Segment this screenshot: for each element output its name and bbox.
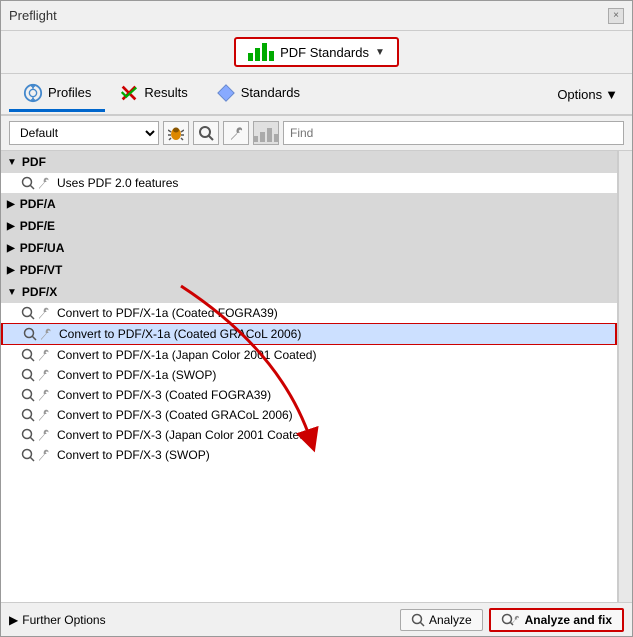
options-arrow: ▼ [605,87,618,102]
tree-group-pdfe[interactable]: ▶ PDF/E [1,215,617,237]
search-icon [21,388,35,402]
list-item[interactable]: Convert to PDF/X-3 (Coated FOGRA39) [1,385,617,405]
list-item-label: Convert to PDF/X-3 (SWOP) [57,448,210,462]
bar-chart-icon [248,43,274,61]
list-item-label: Uses PDF 2.0 features [57,176,178,190]
tree-group-pdfx[interactable]: ▼ PDF/X [1,281,617,303]
further-options-toggle[interactable]: ▶ Further Options [9,613,106,627]
list-item-label: Convert to PDF/X-1a (Coated GRACoL 2006) [59,327,301,341]
close-button[interactable]: × [608,8,624,24]
tab-results[interactable]: Results [105,77,201,112]
pdfvt-group-arrow: ▶ [7,265,15,276]
tabs-container: Profiles Results [9,77,314,112]
tab-results-label: Results [144,85,187,100]
analyze-fix-label: Analyze and fix [525,613,612,627]
analyze-button[interactable]: Analyze [400,609,483,631]
list-item[interactable]: Convert to PDF/X-3 (Japan Color 2001 Coa… [1,425,617,445]
controls-row: Default [1,116,632,151]
pdfe-group-label: PDF/E [20,219,55,233]
wrench-icon [38,388,52,402]
wrench-icon [38,348,52,362]
list-item-label: Convert to PDF/X-3 (Japan Color 2001 Coa… [57,428,310,442]
title-bar: Preflight × [1,1,632,31]
pdfe-group-arrow: ▶ [7,221,15,232]
standards-tab-icon [216,83,236,103]
find-input[interactable] [283,121,624,145]
further-options-arrow: ▶ [9,613,18,627]
options-button[interactable]: Options ▼ [551,83,624,106]
search-icon [21,176,35,190]
tab-profiles-label: Profiles [48,85,91,100]
search-icon-button[interactable] [193,121,219,145]
pdfua-group-arrow: ▶ [7,243,15,254]
bar-chart-icon-button[interactable] [253,121,279,145]
list-item[interactable]: Convert to PDF/X-1a (SWOP) [1,365,617,385]
list-item-label: Convert to PDF/X-1a (SWOP) [57,368,216,382]
pdfx-group-label: PDF/X [22,285,57,299]
list-item[interactable]: Uses PDF 2.0 features [1,173,617,193]
list-item-label: Convert to PDF/X-3 (Coated FOGRA39) [57,388,271,402]
pdfua-group-label: PDF/UA [20,241,65,255]
search-icon [23,327,37,341]
pdf-standards-arrow: ▼ [375,47,385,58]
list-item[interactable]: Convert to PDF/X-1a (Coated FOGRA39) [1,303,617,323]
footer-bar: ▶ Further Options Analyze Analyze and fi… [1,602,632,636]
content-area: ▼ PDF Uses PDF 2.0 features ▶ P [1,151,632,602]
wrench-icon [38,368,52,382]
tab-profiles[interactable]: Profiles [9,77,105,112]
tree-group-pdfua[interactable]: ▶ PDF/UA [1,237,617,259]
pdf-standards-toolbar: PDF Standards ▼ [1,31,632,74]
list-item[interactable]: Convert to PDF/X-1a (Japan Color 2001 Co… [1,345,617,365]
search-icon [21,368,35,382]
pdf-standards-button[interactable]: PDF Standards ▼ [234,37,399,67]
search-icon [21,306,35,320]
search-icon [21,428,35,442]
analyze-search-icon [411,613,425,627]
wrench-icon [38,306,52,320]
further-options-label: Further Options [22,613,105,627]
wrench-icon [38,428,52,442]
pdfvt-group-label: PDF/VT [20,263,63,277]
search-icon [21,348,35,362]
search-icon [21,408,35,422]
tree-group-pdfa[interactable]: ▶ PDF/A [1,193,617,215]
pdf-standards-label: PDF Standards [280,45,369,60]
list-item[interactable]: Convert to PDF/X-3 (SWOP) [1,445,617,465]
scrollbar[interactable] [618,151,632,602]
list-item-label: Convert to PDF/X-1a (Coated FOGRA39) [57,306,278,320]
results-tab-icon [119,83,139,103]
tree-group-pdf[interactable]: ▼ PDF [1,151,617,173]
footer-buttons: Analyze Analyze and fix [400,608,624,632]
wrench-icon [40,327,54,341]
preflight-window: Preflight × PDF Standards ▼ [0,0,633,637]
tabs-row: Profiles Results [1,74,632,116]
pdf-group-arrow: ▼ [7,157,17,168]
analyze-fix-icon [501,613,521,627]
profiles-tab-icon [23,83,43,103]
wrench-icon-button[interactable] [223,121,249,145]
tab-standards[interactable]: Standards [202,77,314,112]
options-label: Options [557,87,602,102]
list-item-selected[interactable]: Convert to PDF/X-1a (Coated GRACoL 2006) [1,323,617,345]
pdfx-group-arrow: ▼ [7,287,17,298]
tree-group-pdfvt[interactable]: ▶ PDF/VT [1,259,617,281]
pdfa-group-label: PDF/A [20,197,56,211]
wrench-icon [38,408,52,422]
bug-icon-button[interactable] [163,121,189,145]
tab-standards-label: Standards [241,85,300,100]
analyze-label: Analyze [429,613,472,627]
wrench-icon [38,448,52,462]
list-item-label: Convert to PDF/X-3 (Coated GRACoL 2006) [57,408,293,422]
pdf-group-label: PDF [22,155,46,169]
tree-panel: ▼ PDF Uses PDF 2.0 features ▶ P [1,151,618,602]
wrench-icon [38,176,52,190]
analyze-fix-button[interactable]: Analyze and fix [489,608,624,632]
list-item-label: Convert to PDF/X-1a (Japan Color 2001 Co… [57,348,316,362]
search-icon [21,448,35,462]
window-title: Preflight [9,8,57,23]
profile-dropdown[interactable]: Default [9,121,159,145]
pdfa-group-arrow: ▶ [7,199,15,210]
list-item[interactable]: Convert to PDF/X-3 (Coated GRACoL 2006) [1,405,617,425]
